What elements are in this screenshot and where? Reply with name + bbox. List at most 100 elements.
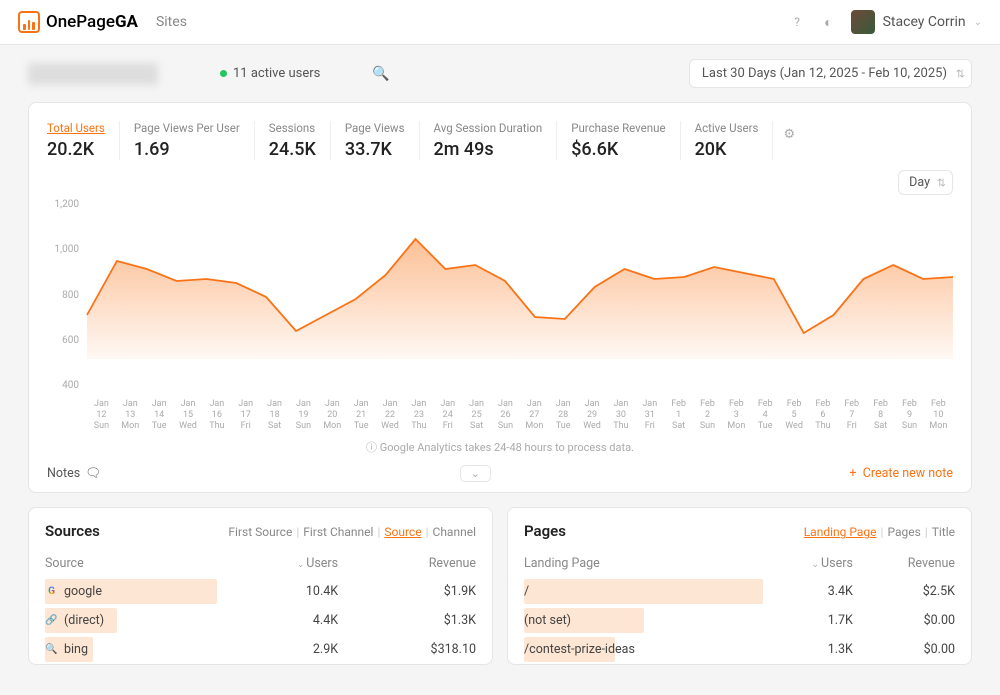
col-revenue[interactable]: Revenue (338, 550, 476, 577)
tab-title[interactable]: Title (932, 525, 955, 539)
metric-purchase-revenue[interactable]: Purchase Revenue $6.6K (557, 121, 680, 160)
row-users: 10.4K (217, 577, 338, 606)
avatar (851, 10, 875, 34)
sources-title: Sources (45, 522, 100, 540)
row-users: 1.7K (763, 606, 852, 635)
gear-icon[interactable]: ⚙ (783, 127, 795, 142)
sources-table: Source ⌄Users Revenue Ggoogle 10.4K $1.9… (45, 550, 476, 664)
table-row[interactable]: 🔍 bing 2.9K $318.10 (45, 635, 476, 664)
y-axis-labels: 1,2001,000800600400 (47, 199, 83, 391)
create-note-button[interactable]: + Create new note (849, 466, 953, 481)
col-source[interactable]: Source (45, 550, 217, 577)
notes-label: Notes (47, 466, 80, 481)
metric-label: Page Views Per User (134, 121, 240, 135)
metric-avg-session-duration[interactable]: Avg Session Duration 2m 49s (420, 121, 558, 160)
row-users: 1.3K (763, 635, 852, 664)
col-users[interactable]: ⌄Users (217, 550, 338, 577)
tab-source[interactable]: Source (384, 525, 421, 539)
dark-mode-icon[interactable]: ◐ (824, 14, 832, 31)
granularity-label: Day (909, 175, 930, 190)
pages-panel: Pages Landing Page|Pages|Title Landing P… (507, 507, 972, 665)
table-row[interactable]: / 3.4K $2.5K (524, 577, 955, 606)
users-chart[interactable]: 1,2001,000800600400 Jan12SunJan13MonJan1… (47, 199, 953, 431)
metric-total-users[interactable]: Total Users 20.2K (47, 121, 120, 160)
row-name: (not set) (524, 613, 571, 628)
metric-sessions[interactable]: Sessions 24.5K (255, 121, 331, 160)
metric-value: 20.2K (47, 139, 105, 160)
sources-tabs: First Source|First Channel|Source|Channe… (228, 525, 476, 539)
brand-text: OnePageGA (46, 12, 138, 32)
tab-first-channel[interactable]: First Channel (303, 525, 373, 539)
granularity-selector[interactable]: Day ⇅ (898, 170, 953, 195)
help-icon[interactable]: ? (788, 13, 806, 31)
metric-label: Page Views (345, 121, 405, 135)
sources-tbody: Ggoogle 10.4K $1.9K 🔗(direct) 4.4K $1.3K… (45, 577, 476, 664)
row-name: bing (64, 642, 88, 657)
metric-label: Active Users (695, 121, 759, 135)
notes-toggle[interactable]: Notes 🗨 (47, 466, 101, 481)
metric-value: 20K (695, 139, 759, 160)
table-row[interactable]: 🔗(direct) 4.4K $1.3K (45, 606, 476, 635)
table-row[interactable]: Ggoogle 10.4K $1.9K (45, 577, 476, 606)
col-users[interactable]: ⌄Users (763, 550, 852, 577)
notes-icon: 🗨 (85, 466, 101, 481)
metric-value: 33.7K (345, 139, 405, 160)
tab-first-source[interactable]: First Source (228, 525, 292, 539)
row-revenue: $318.10 (338, 635, 476, 664)
x-axis-labels: Jan12SunJan13MonJan14TueJan15WedJan16Thu… (87, 399, 953, 431)
brand-icon (18, 11, 40, 33)
metrics-row: Total Users20.2KPage Views Per User1.69S… (47, 121, 953, 160)
metric-value: 24.5K (269, 139, 316, 160)
search-icon[interactable]: 🔍 (372, 66, 389, 82)
pages-table: Landing Page ⌄Users Revenue / 3.4K $2.5K… (524, 550, 955, 664)
tab-channel[interactable]: Channel (433, 525, 476, 539)
table-row[interactable]: (not set) 1.7K $0.00 (524, 606, 955, 635)
sort-icon: ⇅ (956, 67, 965, 80)
top-bar: OnePageGA Sites ? ◐ Stacey Corrin ⌄ (0, 0, 1000, 45)
row-name: /contest-prize-ideas (524, 642, 635, 657)
metric-active-users[interactable]: Active Users 20K (681, 121, 774, 160)
metric-page-views-per-user[interactable]: Page Views Per User1.69 (120, 121, 255, 160)
filter-bar: 11 active users 🔍 Last 30 Days (Jan 12, … (0, 45, 1000, 102)
row-name: google (64, 584, 102, 599)
tab-landing-page[interactable]: Landing Page (804, 525, 877, 539)
metric-page-views[interactable]: Page Views 33.7K (331, 121, 420, 160)
row-name: / (524, 584, 529, 599)
row-users: 4.4K (217, 606, 338, 635)
tab-pages[interactable]: Pages (887, 525, 920, 539)
date-range-selector[interactable]: Last 30 Days (Jan 12, 2025 - Feb 10, 202… (689, 59, 972, 88)
expand-notes-button[interactable]: ⌄ (460, 465, 491, 482)
pages-title: Pages (524, 522, 566, 540)
metric-value: 2m 49s (434, 139, 543, 160)
link-icon: 🔗 (45, 614, 58, 627)
col-revenue[interactable]: Revenue (853, 550, 955, 577)
chart-svg (87, 199, 953, 359)
row-users: 3.4K (763, 577, 852, 606)
sort-icon: ⇅ (937, 176, 946, 189)
col-landing-page[interactable]: Landing Page (524, 550, 763, 577)
sources-panel: Sources First Source|First Channel|Sourc… (28, 507, 493, 665)
brand-logo[interactable]: OnePageGA (18, 11, 138, 33)
metric-label: Sessions (269, 121, 316, 135)
row-revenue: $2.5K (853, 577, 955, 606)
chevron-down-icon: ⌄ (974, 17, 982, 28)
row-name: (direct) (64, 613, 104, 628)
pages-tabs: Landing Page|Pages|Title (804, 525, 955, 539)
metric-value: $6.6K (571, 139, 665, 160)
table-row[interactable]: /contest-prize-ideas 1.3K $0.00 (524, 635, 955, 664)
chart-info-note: ⓘ Google Analytics takes 24-48 hours to … (47, 439, 953, 455)
user-name: Stacey Corrin (883, 14, 966, 30)
user-menu[interactable]: Stacey Corrin ⌄ (851, 10, 982, 34)
metric-label: Avg Session Duration (434, 121, 543, 135)
metric-label: Total Users (47, 121, 105, 135)
bing-icon: 🔍 (45, 643, 58, 656)
active-users-indicator[interactable]: 11 active users (220, 66, 320, 81)
row-users: 2.9K (217, 635, 338, 664)
metric-label: Purchase Revenue (571, 121, 665, 135)
nav-sites[interactable]: Sites (156, 14, 187, 30)
date-range-label: Last 30 Days (Jan 12, 2025 - Feb 10, 202… (702, 66, 947, 81)
overview-card: Total Users20.2KPage Views Per User1.69S… (28, 102, 972, 493)
row-revenue: $0.00 (853, 606, 955, 635)
row-revenue: $1.9K (338, 577, 476, 606)
site-selector-blurred[interactable] (28, 63, 158, 85)
